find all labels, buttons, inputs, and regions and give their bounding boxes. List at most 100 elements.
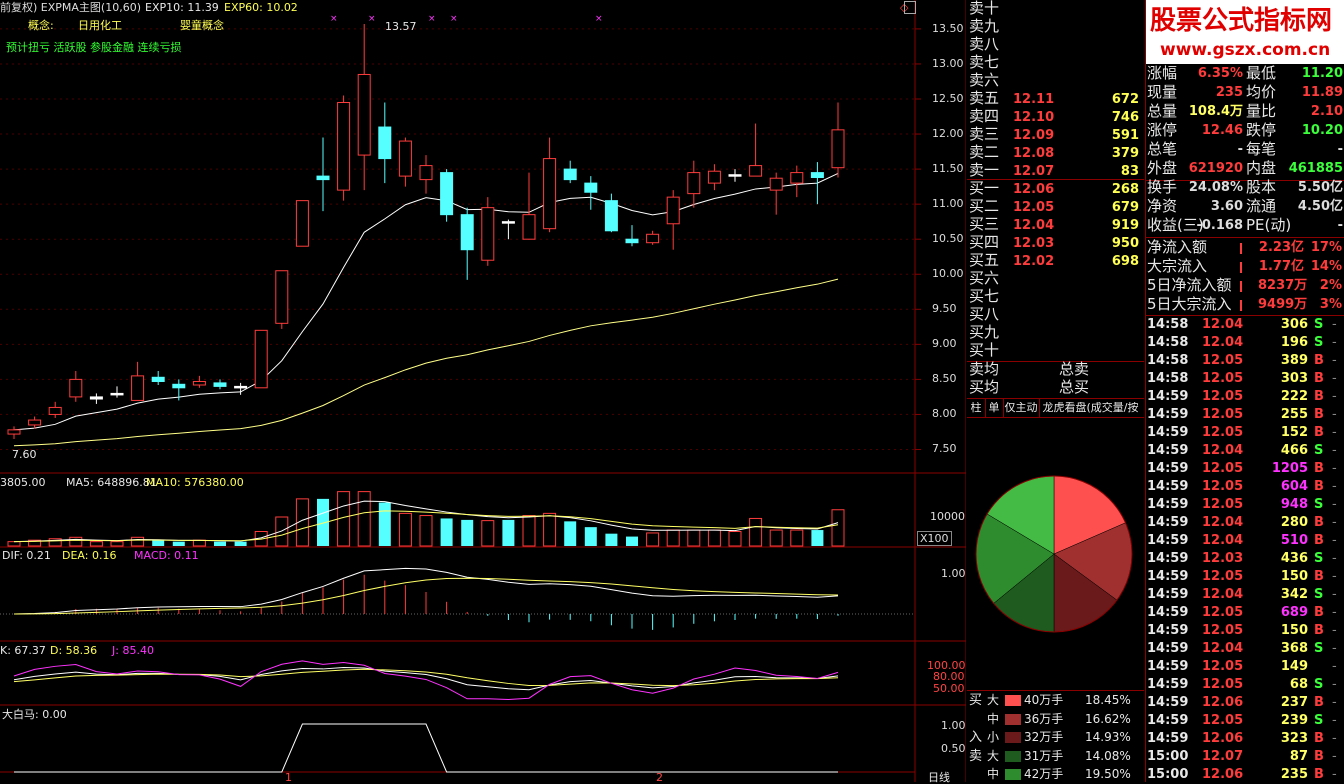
tick-side: B [1314, 461, 1324, 476]
price-axis-tick: 11.00 [932, 197, 964, 211]
concept-tag-1[interactable]: 日用化工 [78, 20, 122, 31]
stat-value: 12.46 [1201, 123, 1243, 138]
stat-value: -0.168 [1196, 218, 1243, 233]
tick-price: 12.05 [1202, 623, 1244, 638]
volume-bar [769, 529, 783, 547]
tick-price: 12.05 [1202, 353, 1244, 368]
stat-label: 涨幅 [1147, 64, 1178, 82]
stat-value: 11.89 [1301, 85, 1343, 100]
concept-tag-2[interactable]: 婴童概念 [180, 20, 224, 31]
tick-price: 12.05 [1202, 371, 1244, 386]
tick-dash: - [1332, 767, 1337, 782]
tick-dash: - [1332, 551, 1337, 566]
tick-price: 12.05 [1202, 479, 1244, 494]
stat-value: 4.50亿 [1297, 199, 1343, 214]
volume-bar [398, 512, 412, 547]
tick-side: B [1314, 695, 1324, 710]
stat-value: 3.60 [1210, 199, 1243, 214]
candle-body [131, 375, 145, 401]
legend-percent: 19.50% [1085, 767, 1131, 781]
tab-2[interactable]: 仅主动 [1003, 402, 1039, 413]
sell-level-label: 卖二 [969, 143, 1000, 161]
buy-level-volume: 679 [1111, 200, 1139, 215]
period-selector[interactable]: 日线 [928, 772, 950, 783]
sell-level-label: 卖九 [969, 17, 1000, 35]
candle-body [275, 270, 289, 324]
high-price-marker: 13.57 [385, 20, 417, 33]
tick-dash: - [1332, 443, 1337, 458]
buy-level-label: 买八 [969, 305, 1000, 323]
tick-volume: 255 [1280, 407, 1308, 422]
candle-body [316, 175, 330, 181]
stat-label: 总量 [1147, 102, 1178, 120]
stat-label: 涨停 [1147, 121, 1178, 139]
candle-body [769, 177, 783, 191]
candle-body [234, 385, 248, 389]
candle-body [707, 170, 721, 184]
price-axis-tick: 9.50 [932, 302, 957, 316]
volume-bar [790, 529, 804, 547]
tick-side: S [1314, 677, 1324, 692]
candle-body [522, 214, 536, 240]
tick-volume: 368 [1280, 641, 1308, 656]
tick-volume: 510 [1280, 533, 1308, 548]
volume-bar [522, 515, 536, 547]
tick-side: B [1314, 623, 1324, 638]
buy-level-label: 买二 [969, 197, 1000, 215]
exp10-value: EXP10: 11.39 [145, 1, 219, 14]
tick-dash: - [1332, 569, 1337, 584]
tick-volume: 237 [1280, 695, 1308, 710]
sell-level-price: 12.09 [1013, 128, 1055, 143]
stat-label: 均价 [1246, 83, 1277, 101]
close-panel-button[interactable] [904, 1, 916, 14]
volume-bar [728, 531, 742, 547]
candle-body [728, 174, 742, 177]
tick-dash: - [1332, 695, 1337, 710]
tick-time: 14:59 [1147, 479, 1189, 494]
tick-dash: - [1332, 605, 1337, 620]
tick-side: S [1314, 587, 1324, 602]
legend-amount: 40万手 [1024, 693, 1064, 707]
stats-panel: 股票公式指标网 www.gszx.com.cn 涨幅 6.35% 最低 11.20 现量… [1145, 0, 1344, 782]
sell-level-volume: 591 [1111, 128, 1139, 143]
tick-side: B [1314, 749, 1324, 764]
candle-body [7, 429, 21, 435]
tick-price: 12.06 [1202, 695, 1244, 710]
tick-side: B [1314, 767, 1324, 782]
tab-1[interactable]: 单 [985, 402, 1003, 413]
legend-size: 大 [987, 693, 1000, 707]
tick-side: B [1314, 425, 1324, 440]
tick-time: 14:59 [1147, 623, 1189, 638]
legend-percent: 14.93% [1085, 730, 1131, 744]
stat-value: 621920 [1188, 161, 1243, 176]
kline-chart-area[interactable]: × × × × × [0, 0, 966, 782]
volume-bar [749, 517, 763, 547]
event-marker: × [368, 14, 376, 24]
tick-dash: - [1332, 389, 1337, 404]
volume-axis-tick: 10000 [930, 510, 965, 523]
watermark-banner: 股票公式指标网 www.gszx.com.cn [1146, 0, 1344, 64]
volume-bar [707, 529, 721, 547]
candle-body [357, 73, 371, 156]
tick-price: 12.06 [1202, 767, 1244, 782]
stat-label: 总笔 [1147, 140, 1178, 158]
tick-volume: 222 [1280, 389, 1308, 404]
tick-price: 12.05 [1202, 407, 1244, 422]
volume-bar [461, 519, 474, 546]
tab-3[interactable]: 龙虎看盘(成交量/按 [1039, 402, 1142, 413]
buy-level-price: 12.03 [1013, 236, 1055, 251]
tick-time: 14:59 [1147, 695, 1189, 710]
candle-body [89, 396, 103, 400]
tick-volume: 323 [1280, 731, 1308, 746]
volume-bar [605, 533, 618, 546]
buy-level-volume: 919 [1111, 218, 1139, 233]
tab-0[interactable]: 柱 [967, 402, 985, 413]
volume-bar [192, 539, 206, 547]
candle-body [460, 214, 474, 251]
candle-body [28, 419, 42, 426]
volume-bar [646, 532, 660, 547]
tick-side: S [1314, 713, 1324, 728]
candle-body [501, 221, 515, 224]
tick-time: 15:00 [1147, 767, 1189, 782]
tick-time: 14:58 [1147, 335, 1189, 350]
